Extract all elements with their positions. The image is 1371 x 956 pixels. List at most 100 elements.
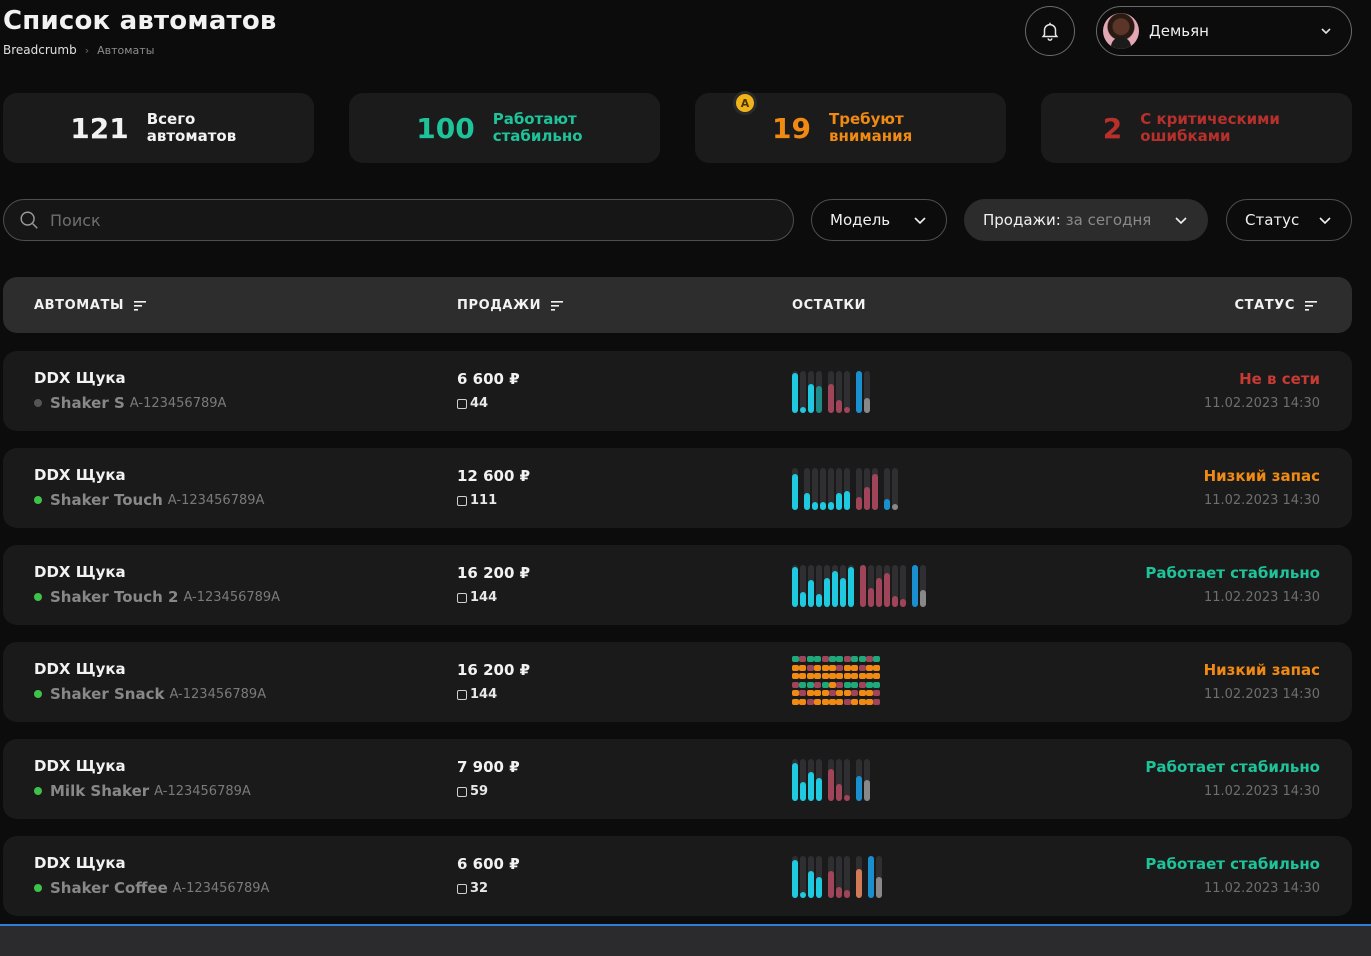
stock-bar <box>792 759 798 801</box>
stock-bar <box>800 371 806 413</box>
chevron-down-icon <box>914 217 926 225</box>
breadcrumb: Breadcrumb › Автоматы <box>3 43 154 57</box>
stock-cell <box>792 690 799 697</box>
stock-bar <box>792 468 798 510</box>
cup-icon <box>457 786 467 797</box>
stock-cell <box>858 699 866 705</box>
stock-bar-fill <box>800 592 806 607</box>
status-label: Низкий запас <box>1203 661 1320 679</box>
stat-critical[interactable]: 2 С критическими ошибками <box>1041 93 1352 163</box>
stock-bar-fill <box>848 567 854 607</box>
search-input[interactable] <box>50 210 750 230</box>
stock-bar <box>808 856 814 898</box>
stock-bar <box>832 565 838 607</box>
stock-bar-fill <box>876 877 882 898</box>
stat-stable[interactable]: 100 Работают стабильно <box>349 93 660 163</box>
sales-amount: 16 200 ₽ <box>457 564 531 582</box>
user-menu-button[interactable]: Демьян <box>1096 6 1352 56</box>
search-box[interactable] <box>3 199 794 241</box>
stock-bar <box>864 371 870 413</box>
stock-cell <box>866 673 873 680</box>
stock-bar-fill <box>912 565 918 607</box>
stock-cell <box>806 690 814 697</box>
stock-cell <box>799 656 807 662</box>
serial-number: A-123456789A <box>172 880 270 896</box>
stock-bar <box>816 371 822 413</box>
stock-bar <box>828 468 834 510</box>
column-machines[interactable]: АВТОМАТЫ <box>34 298 147 313</box>
stock-bar <box>812 468 818 510</box>
stock-bar-fill <box>868 856 874 898</box>
stock-bar <box>868 565 874 607</box>
user-name: Демьян <box>1149 22 1209 40</box>
stock-bar-fill <box>832 571 838 607</box>
table-row[interactable]: DDX Щука Shaker Touch A-123456789A 12 600 ₽… <box>3 448 1352 528</box>
sales-period-filter[interactable]: Продажи: за сегодня <box>964 199 1208 241</box>
status-time: 11.02.2023 14:30 <box>1203 590 1320 605</box>
status-time: 11.02.2023 14:30 <box>1203 881 1320 896</box>
sort-icon <box>1305 300 1317 311</box>
stock-cell <box>843 699 851 705</box>
column-sales[interactable]: ПРОДАЖИ <box>457 298 564 313</box>
notifications-button[interactable] <box>1025 6 1075 56</box>
model-name: Shaker Coffee <box>50 879 168 897</box>
stat-attention[interactable]: A 19 Требуют внимания <box>695 91 1006 163</box>
table-row[interactable]: DDX Щука Shaker Touch 2 A-123456789A 16 200… <box>3 545 1352 625</box>
machine-model: Shaker Snack A-123456789A <box>34 685 266 703</box>
stock-bar-fill <box>864 780 870 801</box>
stock-cell <box>799 681 807 688</box>
breadcrumb-item-root[interactable]: Breadcrumb <box>3 43 77 57</box>
stock-bar <box>872 468 878 510</box>
stock-bar <box>820 468 826 510</box>
stat-total[interactable]: 121 Всего автоматов <box>3 93 314 163</box>
stock-bar-fill <box>840 578 846 607</box>
column-status[interactable]: СТАТУС <box>1234 298 1317 313</box>
stock-bar-fill <box>792 860 798 898</box>
stock-cell <box>873 681 881 688</box>
stock-bar <box>844 371 850 413</box>
machine-model: Milk Shaker A-123456789A <box>34 782 251 800</box>
stock-bar <box>892 468 898 510</box>
stock-cell <box>858 681 866 688</box>
stock-bar-fill <box>844 407 850 413</box>
machine-name: DDX Щука <box>34 757 126 775</box>
cup-icon <box>457 495 467 506</box>
model-filter-label: Модель <box>830 211 891 229</box>
table-row[interactable]: DDX Щука Shaker Coffee A-123456789A 6 600 ₽… <box>3 836 1352 916</box>
stock-cell <box>799 664 807 671</box>
table-row[interactable]: DDX Щука Shaker S A-123456789A 6 600 ₽ 44 Не … <box>3 351 1352 431</box>
stock-cell <box>799 690 807 697</box>
stock-bar-fill <box>876 578 882 607</box>
model-filter[interactable]: Модель <box>811 199 947 241</box>
stock-cell <box>843 681 851 688</box>
chevron-down-icon <box>1319 217 1331 225</box>
stock-bar <box>892 565 898 607</box>
cup-icon <box>457 592 467 603</box>
status-filter[interactable]: Статус <box>1226 199 1352 241</box>
stock-cell <box>821 681 829 688</box>
cup-icon <box>457 883 467 894</box>
stock-bar <box>836 759 842 801</box>
table-row[interactable]: DDX Щука Milk Shaker A-123456789A 7 900 ₽ 59… <box>3 739 1352 819</box>
status-label: Низкий запас <box>1203 467 1320 485</box>
table-row[interactable]: DDX Щука Shaker Snack A-123456789A 16 200 ₽… <box>3 642 1352 722</box>
stock-levels <box>792 757 1042 801</box>
sales-amount: 6 600 ₽ <box>457 370 520 388</box>
status-time: 11.02.2023 14:30 <box>1203 493 1320 508</box>
connection-dot <box>34 399 42 407</box>
stock-bar-fill <box>860 565 866 607</box>
stock-bar <box>844 468 850 510</box>
machine-model: Shaker S A-123456789A <box>34 394 226 412</box>
stock-bar <box>900 565 906 607</box>
column-machines-label: АВТОМАТЫ <box>34 298 125 313</box>
stock-cell <box>858 664 866 671</box>
stock-cell <box>851 690 859 697</box>
model-name: Milk Shaker <box>50 782 150 800</box>
status-filter-label: Статус <box>1245 211 1300 229</box>
stock-bar-fill <box>844 491 850 510</box>
stock-bar <box>856 371 862 413</box>
stock-cell <box>792 681 799 688</box>
stock-bar <box>920 565 926 607</box>
stat-stable-label: Работают стабильно <box>492 110 583 145</box>
stock-bar-fill <box>812 502 818 510</box>
